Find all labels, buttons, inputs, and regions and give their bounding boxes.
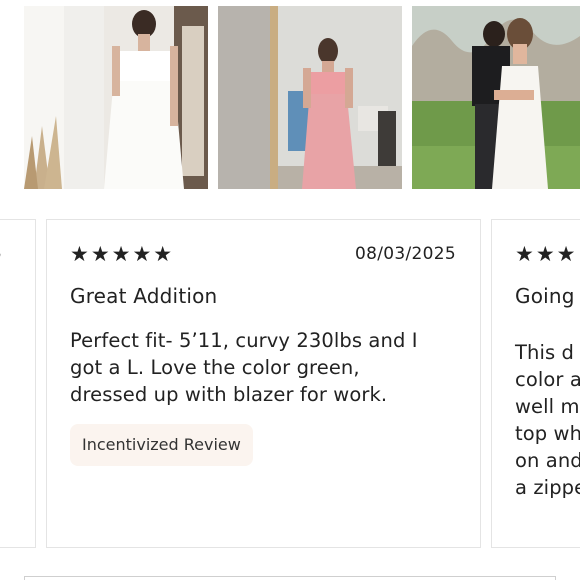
review-body-line: color a	[515, 368, 580, 391]
review-body-line: dressed up with blazer for work.	[70, 383, 388, 406]
review-card-next[interactable]: ★★★ Going This d color a well m top wh o…	[491, 219, 580, 548]
review-body-line: a zippe	[515, 476, 580, 499]
review-photo-3[interactable]	[412, 6, 580, 189]
review-title: Going	[515, 284, 575, 308]
review-card-previous[interactable]: 5 .	[0, 219, 36, 548]
review-body-line: This d	[515, 341, 575, 364]
review-body-line: on and	[515, 449, 580, 472]
review-body: Perfect fit- 5’11, curvy 230lbs and I go…	[70, 327, 470, 408]
photo-white-dress-mirror	[24, 6, 208, 189]
review-photo-2[interactable]	[218, 6, 402, 189]
review-body-line: got a L. Love the color green,	[70, 356, 360, 379]
review-date: 08/03/2025	[355, 244, 456, 264]
bottom-button-edge[interactable]	[24, 576, 556, 580]
photo-couple-white-dress	[412, 6, 580, 189]
review-title: Great Addition	[70, 284, 218, 308]
star-rating: ★★★	[515, 242, 578, 266]
star-rating: ★★★★★	[70, 242, 175, 266]
review-body-line: well m	[515, 395, 580, 418]
photo-pink-dress-mirror	[218, 6, 402, 189]
review-body-line: Perfect fit- 5’11, curvy 230lbs and I	[70, 329, 418, 352]
review-card: ★★★★★ 08/03/2025 Great Addition Perfect …	[46, 219, 481, 548]
review-body: This d color a well m top wh on and a zi…	[515, 339, 580, 501]
review-photo-1[interactable]	[24, 6, 208, 189]
incentivized-review-badge: Incentivized Review	[70, 424, 253, 466]
review-date-fragment: 5	[0, 246, 2, 263]
review-body-line: top wh	[515, 422, 580, 445]
